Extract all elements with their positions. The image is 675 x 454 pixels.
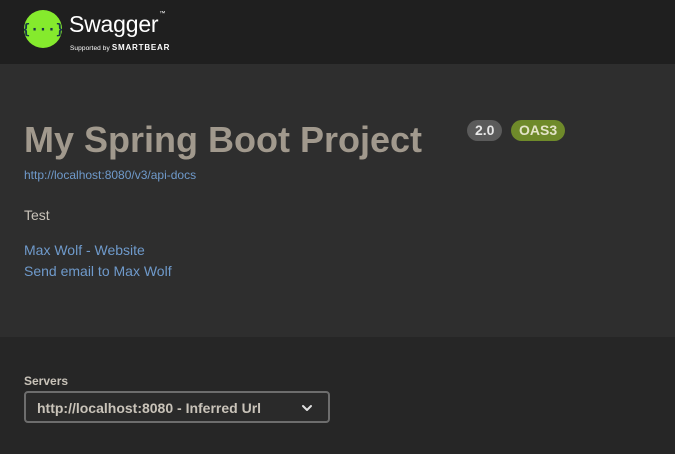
- oas-badge: OAS3: [511, 120, 566, 141]
- title-row: My Spring Boot Project 2.0 OAS3: [24, 118, 566, 162]
- version-badge: 2.0: [467, 120, 503, 141]
- contact-email-link[interactable]: Send email to Max Wolf: [24, 263, 172, 279]
- logo-title: Swagger™: [69, 11, 166, 37]
- api-description: Test: [24, 207, 50, 223]
- page-title: My Spring Boot Project: [24, 119, 423, 160]
- api-info-section: My Spring Boot Project 2.0 OAS3 http://l…: [0, 64, 675, 337]
- logo-brand: SMARTBEAR: [111, 43, 171, 52]
- servers-section: Servers http://localhost:8080 - Inferred…: [0, 337, 675, 454]
- topbar: {···} Swagger™ Supported by SMARTBEAR: [0, 0, 675, 64]
- servers-label: Servers: [24, 374, 69, 388]
- logo-supported-by: Supported by: [70, 45, 110, 52]
- contact-website-link[interactable]: Max Wolf - Website: [24, 242, 145, 258]
- swagger-logo-link[interactable]: {···} Swagger™ Supported by SMARTBEAR: [24, 10, 184, 54]
- server-select[interactable]: http://localhost:8080 - Inferred Url: [24, 391, 330, 423]
- swagger-logo-icon: {···}: [24, 10, 62, 48]
- api-docs-link[interactable]: http://localhost:8080/v3/api-docs: [24, 168, 196, 182]
- chevron-down-icon: [302, 405, 312, 411]
- logo-title-text: Swagger: [69, 11, 159, 37]
- logo-icon-glyph: {···}: [24, 22, 62, 38]
- logo-subtitle: Supported by SMARTBEAR: [70, 43, 170, 52]
- server-select-value: http://localhost:8080 - Inferred Url: [37, 400, 262, 416]
